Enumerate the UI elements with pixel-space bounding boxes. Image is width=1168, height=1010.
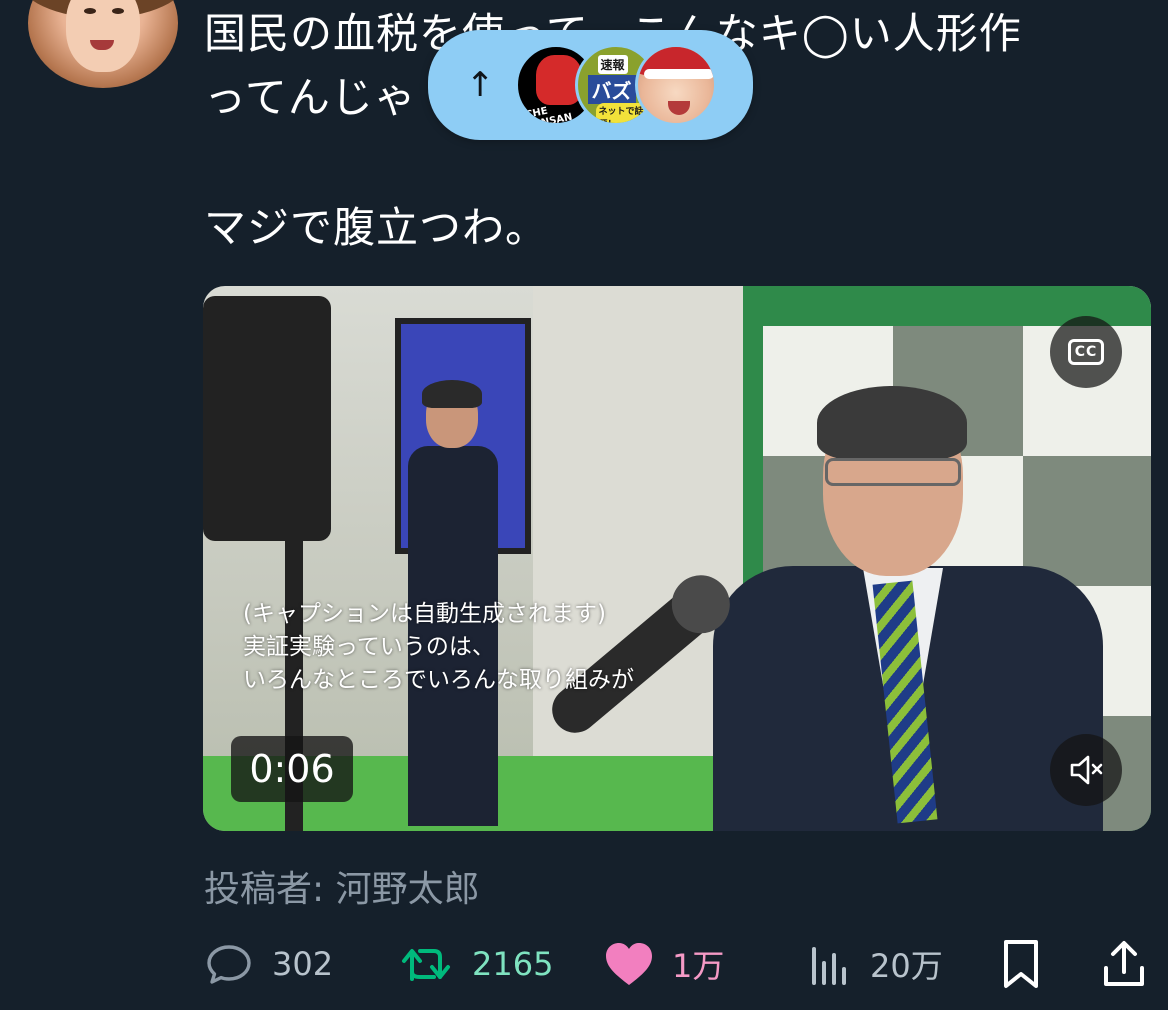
bar-chart-icon [812, 947, 846, 985]
share-icon [1104, 941, 1144, 986]
avatar-title: バズ [587, 75, 636, 104]
post-author-label[interactable]: 投稿者: 河野太郎 [204, 860, 480, 912]
new-post-avatar [634, 44, 717, 126]
share-button[interactable] [1101, 932, 1147, 996]
tweet-line-3: マジで腹立つわ。 [204, 203, 549, 252]
cc-icon: CC [1067, 339, 1105, 365]
bookmark-icon [1004, 940, 1038, 988]
caption-line: (キャプションは自動生成されます) [243, 601, 606, 627]
video-caption: (キャプションは自動生成されます) 実証実験っていうのは、 いろんなところでいろ… [243, 598, 763, 697]
heart-icon [606, 943, 652, 985]
action-bar: 302 2165 1万 20万 [204, 932, 1149, 996]
video-timer: 0:06 [231, 736, 353, 802]
video-pillar [533, 286, 743, 831]
bookmark-button[interactable] [999, 932, 1043, 996]
like-button[interactable]: 1万 [604, 932, 724, 996]
avatar-badge: 速報 [597, 55, 628, 74]
caption-line: いろんなところでいろんな取り組みが [243, 667, 634, 693]
reply-icon [207, 945, 251, 984]
views-button[interactable]: 20万 [808, 932, 943, 996]
caption-line: 実証実験っていうのは、 [243, 634, 495, 660]
reply-button[interactable]: 302 [204, 932, 333, 996]
like-count: 1万 [672, 947, 725, 985]
arrow-up-icon: ↑ [466, 65, 495, 105]
retweet-button[interactable]: 2165 [400, 932, 553, 996]
views-count: 20万 [870, 947, 943, 985]
retweet-icon [402, 949, 450, 981]
author-avatar[interactable] [28, 0, 178, 88]
reply-count: 302 [272, 945, 334, 983]
retweet-count: 2165 [472, 945, 554, 983]
video-player[interactable]: (キャプションは自動生成されます) 実証実験っていうのは、 いろんなところでいろ… [203, 286, 1151, 831]
mute-button[interactable] [1050, 734, 1122, 806]
speaker-muted-icon [1070, 755, 1103, 785]
captions-button[interactable]: CC [1050, 316, 1122, 388]
new-posts-pill[interactable]: ↑ CHE MINSAN 速報 バズ ネットで話題！ [428, 30, 753, 140]
video-speaker [203, 296, 331, 541]
